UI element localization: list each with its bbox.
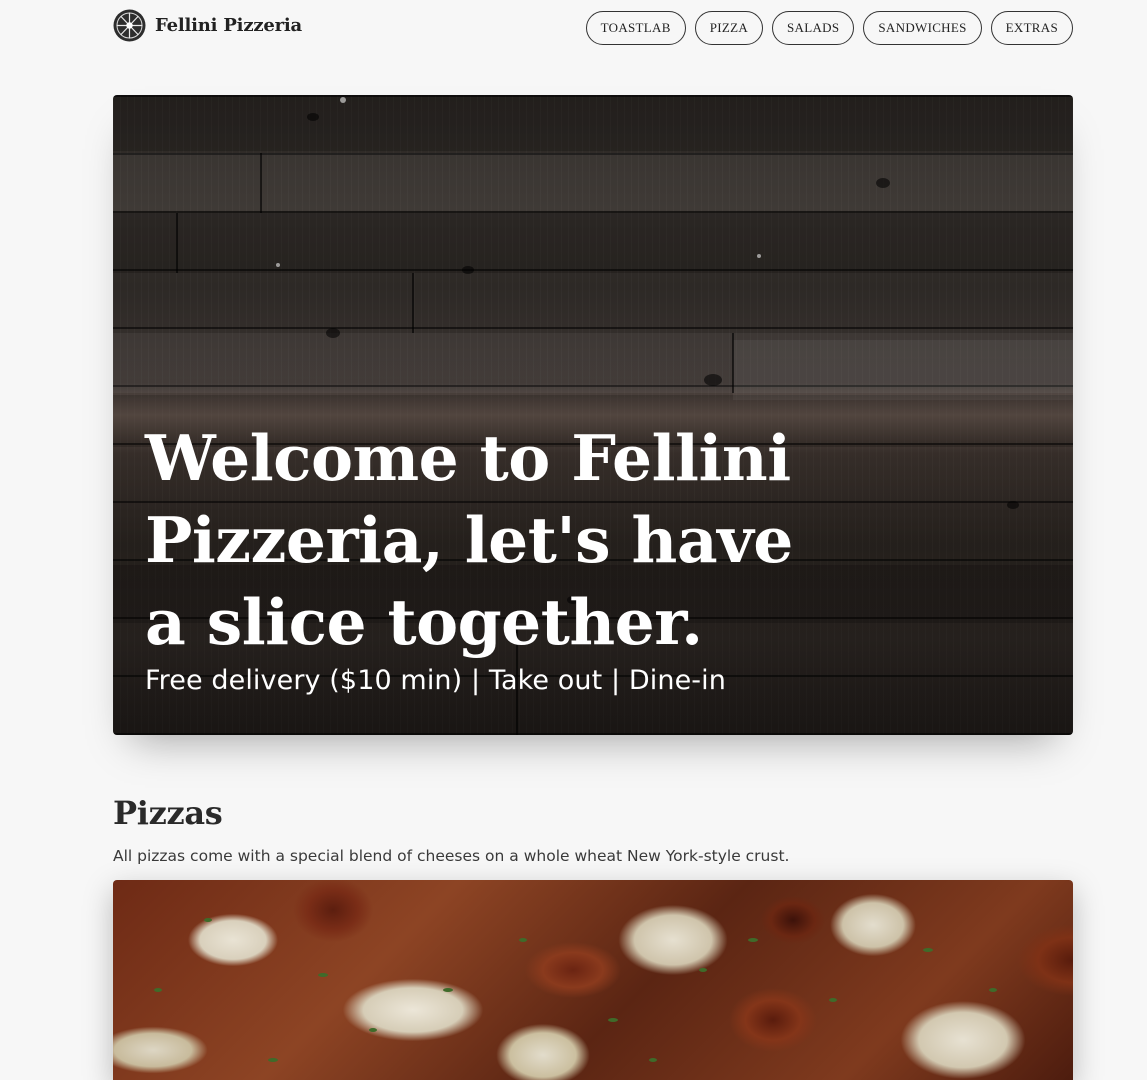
nav-item-extras[interactable]: EXTRAS	[990, 11, 1073, 45]
pizza-photo	[113, 880, 1073, 1080]
nav-item-sandwiches[interactable]: SANDWICHES	[863, 11, 982, 45]
section-title-pizzas: Pizzas	[113, 794, 223, 832]
brand-link[interactable]: Fellini Pizzeria	[113, 8, 302, 42]
brand-name: Fellini Pizzeria	[155, 14, 303, 36]
hero-title: Welcome to Fellini Pizzeria, let's have …	[145, 421, 793, 659]
pizzeria-logo-icon	[113, 9, 146, 41]
nav-item-salads[interactable]: SALADS	[772, 11, 855, 45]
hero-subtitle: Free delivery ($10 min) | Take out | Din…	[145, 665, 726, 696]
nav-item-pizza[interactable]: PIZZA	[694, 11, 764, 45]
nav-item-toastlab[interactable]: TOASTLAB	[585, 11, 686, 45]
section-description: All pizzas come with a special blend of …	[113, 847, 790, 865]
pizza-herbs-texture	[154, 918, 997, 1062]
main-nav: TOASTLAB PIZZA SALADS SANDWICHES EXTRAS	[585, 11, 1073, 45]
site-header: Fellini Pizzeria TOASTLAB PIZZA SALADS S…	[113, 0, 1073, 55]
hero-banner: Welcome to Fellini Pizzeria, let's have …	[113, 95, 1073, 735]
